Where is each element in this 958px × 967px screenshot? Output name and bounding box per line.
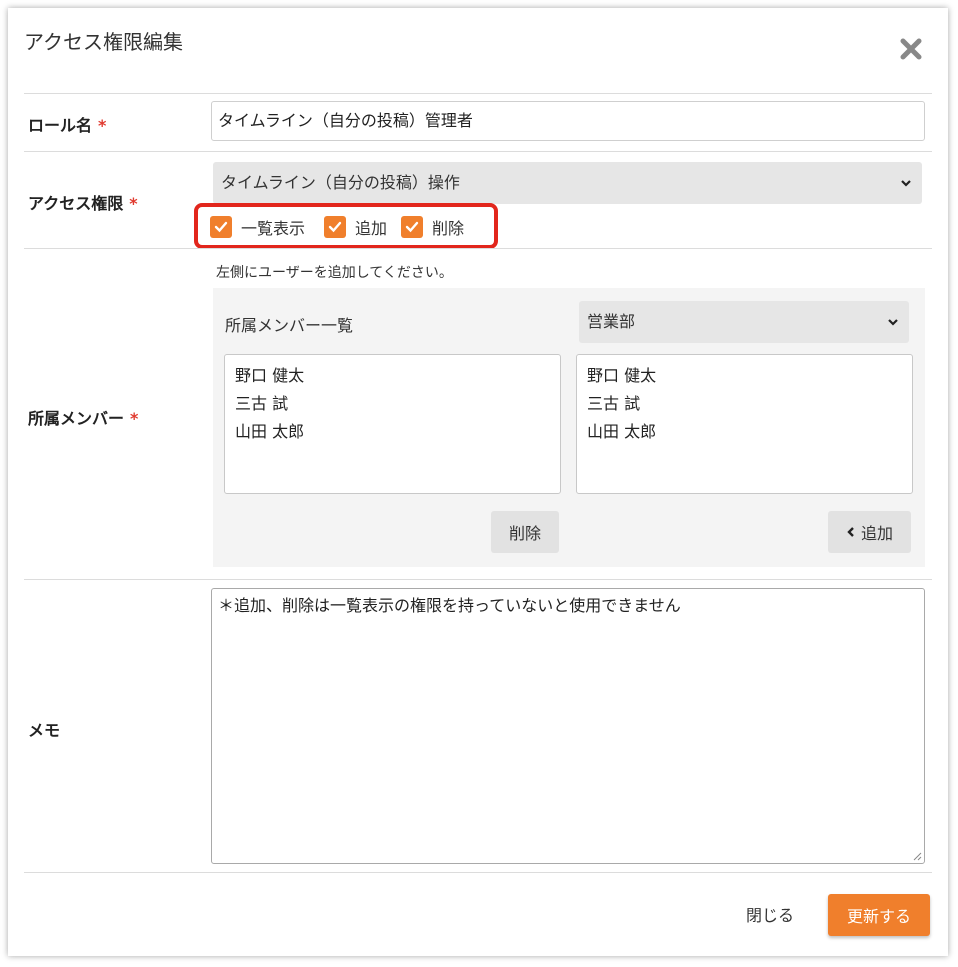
divider bbox=[24, 579, 932, 580]
remove-member-label: 削除 bbox=[508, 524, 541, 543]
divider bbox=[24, 93, 932, 94]
memo-label: メモ bbox=[28, 721, 61, 740]
checkbox-add[interactable]: 追加 bbox=[324, 215, 387, 239]
close-icon[interactable] bbox=[900, 38, 922, 60]
available-members-list[interactable]: 野口 健太 三古 試 山田 太郎 bbox=[576, 354, 913, 494]
checkbox-label: 追加 bbox=[355, 219, 388, 238]
memo-textarea[interactable]: ＊追加、削除は一覧表示の権限を持っていないと使用できません bbox=[211, 588, 925, 864]
close-button[interactable]: 閉じる bbox=[746, 902, 794, 926]
update-button[interactable]: 更新する bbox=[828, 894, 930, 936]
department-select[interactable]: 営業部 bbox=[579, 301, 909, 343]
access-edit-dialog: アクセス権限編集 ロール名 * タイムライン（自分の投稿）管理者 アクセス権限 * … bbox=[8, 8, 948, 956]
memo-text: ＊追加、削除は一覧表示の権限を持っていないと使用できません bbox=[218, 596, 681, 615]
checkbox-delete[interactable]: 削除 bbox=[401, 215, 464, 239]
role-name-input[interactable]: タイムライン（自分の投稿）管理者 bbox=[211, 101, 925, 141]
permission-checkbox-group: 一覧表示 追加 削除 bbox=[194, 203, 498, 249]
members-label: 所属メンバー * bbox=[28, 409, 139, 428]
access-permission-select[interactable]: タイムライン（自分の投稿）操作 bbox=[213, 162, 922, 204]
checkbox-list-view[interactable]: 一覧表示 bbox=[210, 215, 305, 239]
list-item[interactable]: 山田 太郎 bbox=[235, 418, 550, 446]
chevron-left-icon bbox=[847, 527, 854, 537]
list-item[interactable]: 三古 試 bbox=[587, 390, 902, 418]
checkbox-checked-icon bbox=[401, 216, 423, 238]
checkbox-checked-icon bbox=[324, 216, 346, 238]
access-permission-label: アクセス権限 * bbox=[28, 194, 138, 213]
member-list-title: 所属メンバー一覧 bbox=[225, 316, 354, 335]
access-permission-value: タイムライン（自分の投稿）操作 bbox=[221, 173, 460, 192]
add-member-label: 追加 bbox=[860, 524, 893, 543]
remove-member-button[interactable]: 削除 bbox=[491, 511, 559, 553]
department-value: 営業部 bbox=[587, 312, 636, 331]
list-item[interactable]: 山田 太郎 bbox=[587, 418, 902, 446]
divider bbox=[24, 248, 932, 249]
members-instruction: 左側にユーザーを追加してください。 bbox=[216, 265, 453, 281]
role-name-label: ロール名 * bbox=[28, 116, 107, 135]
dialog-title: アクセス権限編集 bbox=[24, 30, 183, 54]
divider bbox=[24, 151, 932, 152]
member-picker-panel: 所属メンバー一覧 営業部 野口 健太 三古 試 山田 太郎 野口 健太 三古 試… bbox=[213, 288, 925, 567]
chevron-down-icon bbox=[888, 319, 898, 326]
divider bbox=[24, 872, 932, 873]
checkbox-checked-icon bbox=[210, 216, 232, 238]
list-item[interactable]: 野口 健太 bbox=[587, 362, 902, 390]
checkbox-label: 一覧表示 bbox=[241, 219, 306, 238]
list-item[interactable]: 野口 健太 bbox=[235, 362, 550, 390]
chevron-down-icon bbox=[901, 180, 911, 187]
resize-grip-icon[interactable] bbox=[912, 851, 922, 861]
assigned-members-list[interactable]: 野口 健太 三古 試 山田 太郎 bbox=[224, 354, 561, 494]
update-button-label: 更新する bbox=[846, 907, 911, 926]
list-item[interactable]: 三古 試 bbox=[235, 390, 550, 418]
add-member-button[interactable]: 追加 bbox=[828, 511, 911, 553]
checkbox-label: 削除 bbox=[432, 219, 465, 238]
